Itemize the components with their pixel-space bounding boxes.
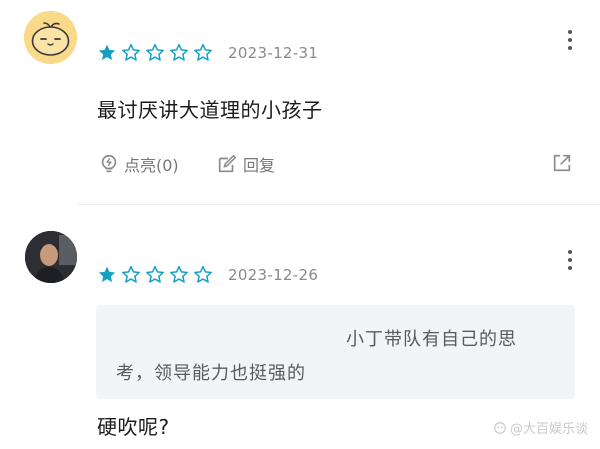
review-date: 2023-12-31 — [228, 44, 319, 62]
avatar[interactable] — [25, 231, 77, 283]
lightbulb-icon — [101, 154, 117, 173]
like-button[interactable]: 点亮(0) — [98, 152, 179, 176]
review-text: 最讨厌讲大道理的小孩子 — [97, 98, 323, 122]
star-empty-icon — [194, 265, 212, 283]
star-empty-icon — [194, 43, 212, 61]
star-empty-icon — [170, 265, 188, 283]
watermark-logo-icon — [494, 421, 506, 434]
avatar[interactable] — [24, 11, 77, 64]
tangerine-avatar-icon — [24, 11, 77, 64]
star-empty-icon — [122, 265, 140, 283]
star-empty-icon — [146, 43, 164, 61]
review-text: 硬吹呢? — [97, 415, 170, 439]
review-date: 2023-12-26 — [228, 266, 319, 284]
review-item: 2023-12-31 最讨厌讲大道理的小孩子 点亮(0) 回复 — [0, 0, 600, 205]
user-photo-avatar — [25, 231, 77, 283]
more-vertical-icon[interactable] — [567, 30, 573, 50]
star-empty-icon — [170, 43, 188, 61]
star-empty-icon — [122, 43, 140, 61]
star-filled-icon — [98, 44, 116, 60]
review-item: 2023-12-26 小丁带队有自己的思 考，领导能力也挺强的 硬吹呢? — [0, 205, 600, 449]
quoted-text-block: 小丁带队有自己的思 考，领导能力也挺强的 — [96, 305, 575, 399]
star-empty-icon — [146, 265, 164, 283]
reply-label: 回复 — [243, 156, 276, 175]
quote-line: 考，领导能力也挺强的 — [116, 363, 306, 384]
share-button[interactable] — [551, 152, 573, 174]
watermark-text: @大百娱乐谈 — [509, 422, 588, 437]
rating-stars — [97, 265, 213, 285]
quote-line: 小丁带队有自己的思 — [346, 329, 517, 350]
reply-button[interactable]: 回复 — [215, 152, 275, 176]
rating-stars — [97, 43, 213, 63]
like-label: 点亮(0) — [124, 156, 179, 175]
watermark: @大百娱乐谈 — [493, 418, 588, 437]
star-filled-icon — [98, 266, 116, 282]
more-vertical-icon[interactable] — [567, 250, 573, 270]
share-icon — [553, 154, 571, 172]
edit-reply-icon — [218, 154, 237, 173]
